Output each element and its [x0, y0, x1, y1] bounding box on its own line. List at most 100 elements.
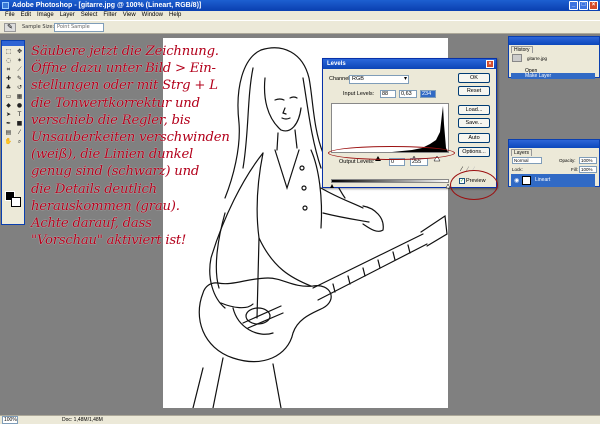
menu-select[interactable]: Select — [78, 11, 101, 20]
blend-mode-select[interactable]: Normal — [512, 157, 542, 164]
toolbox: ⬚ ✥ ◌ ✶ ⌗ ⟋ ✚ ✎ ♣ ↺ ▭ ▦ ◆ ● ➤ T ✒ ■ ▤ ⁄ … — [1, 40, 25, 225]
tutorial-line: Säubere jetzt die Zeichnung. — [31, 44, 219, 59]
history-panel: History gitarre.jpg Open Make Layer — [508, 36, 600, 79]
options-button[interactable]: Options... — [458, 147, 490, 157]
tutorial-line: stellungen oder mit Strg + L — [31, 78, 218, 94]
output-levels-label: Output Levels: — [339, 159, 375, 165]
channel-select[interactable]: RGB — [349, 75, 409, 84]
snapshot-thumbnail-icon — [512, 54, 522, 62]
reset-button[interactable]: Reset — [458, 86, 490, 96]
tutorial-line: genug sind (schwarz) und — [31, 164, 200, 180]
levels-dialog: Levels × Channel: RGB Input Levels: 88 0… — [322, 58, 497, 189]
type-tool-icon[interactable]: T — [14, 110, 25, 119]
tab-history[interactable]: History — [511, 46, 533, 53]
tutorial-line: Öffne dazu unter Bild > Ein- — [31, 61, 216, 77]
menu-help[interactable]: Help — [166, 11, 184, 20]
zoom-tool-icon[interactable]: ⌕ — [14, 137, 25, 146]
history-snapshot[interactable]: gitarre.jpg — [527, 56, 547, 61]
hand-tool-icon[interactable]: ✋ — [3, 137, 14, 146]
tutorial-line: die Tonwertkorrektur und — [31, 95, 200, 111]
menu-filter[interactable]: Filter — [100, 11, 119, 20]
fill-field[interactable]: 100% — [579, 166, 597, 173]
eyedropper-icon[interactable]: ⁄ — [14, 128, 25, 137]
save-button[interactable]: Save... — [458, 118, 490, 128]
tab-layers[interactable]: Layers — [511, 149, 533, 156]
load-button[interactable]: Load... — [458, 105, 490, 115]
status-bar: 100% Doc: 1,48M/1,48M — [0, 415, 600, 424]
layers-panel-header[interactable] — [509, 140, 599, 148]
sample-size-label: Sample Size: — [22, 24, 55, 30]
channel-label: Channel: — [329, 76, 352, 82]
output-black-slider-icon — [330, 184, 334, 188]
fill-label: Fill: — [571, 167, 578, 172]
sample-size-select[interactable]: Point Sample — [54, 23, 104, 32]
opacity-field[interactable]: 100% — [579, 157, 597, 164]
tutorial-line: verschieb die Regler, bis — [31, 112, 191, 128]
lasso-tool-icon[interactable]: ◌ — [3, 56, 14, 65]
layer-name: Lineart — [535, 177, 551, 183]
input-gamma-field[interactable]: 0,63 — [399, 90, 417, 98]
stamp-tool-icon[interactable]: ♣ — [3, 83, 14, 92]
layer-thumbnail-icon — [522, 176, 531, 185]
shape-tool-icon[interactable]: ■ — [14, 119, 25, 128]
window-title: Adobe Photoshop - [gitarre.jpg @ 100% (L… — [12, 2, 202, 9]
levels-title: Levels — [327, 61, 346, 67]
input-white-field[interactable]: 234 — [420, 90, 436, 98]
history-panel-header[interactable] — [509, 37, 599, 45]
photoshop-app-icon — [2, 2, 9, 9]
tutorial-text: Säubere jetzt die Zeichnung. Öffne dazu … — [31, 43, 331, 249]
menu-image[interactable]: Image — [34, 11, 57, 20]
menu-layer[interactable]: Layer — [57, 11, 78, 20]
gradient-tool-icon[interactable]: ▦ — [14, 92, 25, 101]
preview-highlight-oval — [450, 170, 498, 200]
magic-wand-tool-icon[interactable]: ✶ — [14, 56, 25, 65]
levels-titlebar[interactable]: Levels × — [323, 59, 496, 69]
tutorial-line: Unsauberkeiten verschwinden — [31, 130, 230, 146]
dodge-tool-icon[interactable]: ● — [14, 101, 25, 110]
pen-tool-icon[interactable]: ✒ — [3, 119, 14, 128]
menu-window[interactable]: Window — [139, 11, 166, 20]
history-brush-tool-icon[interactable]: ↺ — [14, 83, 25, 92]
eraser-tool-icon[interactable]: ▭ — [3, 92, 14, 101]
history-item-make-layer[interactable]: Make Layer — [511, 73, 595, 79]
histogram-graph — [332, 106, 448, 152]
maximize-button[interactable]: □ — [579, 1, 588, 10]
eyedropper-tool-icon[interactable]: ✎ — [4, 23, 16, 32]
auto-button[interactable]: Auto — [458, 133, 490, 143]
lock-label: Lock: — [512, 167, 523, 172]
levels-close-button[interactable]: × — [486, 60, 494, 68]
tutorial-line: herauskommen (grau). — [31, 198, 180, 214]
zoom-field[interactable]: 100% — [2, 416, 18, 424]
menu-edit[interactable]: Edit — [18, 11, 34, 20]
menu-view[interactable]: View — [120, 11, 139, 20]
healing-tool-icon[interactable]: ✚ — [3, 74, 14, 83]
tutorial-line: "Vorschau" aktiviert ist! — [31, 233, 187, 249]
tutorial-line: (weiß), die Linien dunkel — [31, 147, 194, 163]
output-sliders[interactable] — [329, 183, 453, 189]
crop-tool-icon[interactable]: ⌗ — [3, 65, 14, 74]
ok-button[interactable]: OK — [458, 73, 490, 83]
doc-size-info: Doc: 1,48M/1,48M — [62, 417, 103, 423]
slider-highlight-oval — [328, 146, 455, 160]
close-button[interactable]: × — [589, 1, 598, 10]
window-titlebar: Adobe Photoshop - [gitarre.jpg @ 100% (L… — [0, 0, 600, 11]
input-black-field[interactable]: 88 — [380, 90, 396, 98]
menu-bar: File Edit Image Layer Select Filter View… — [0, 11, 600, 20]
minimize-button[interactable]: _ — [569, 1, 578, 10]
notes-tool-icon[interactable]: ▤ — [3, 128, 14, 137]
brush-tool-icon[interactable]: ✎ — [14, 74, 25, 83]
opacity-label: Opacity: — [559, 158, 576, 163]
tutorial-line: die Details deutlich — [31, 181, 157, 197]
menu-file[interactable]: File — [2, 11, 18, 20]
slice-tool-icon[interactable]: ⟋ — [14, 65, 25, 74]
path-select-tool-icon[interactable]: ➤ — [3, 110, 14, 119]
marquee-tool-icon[interactable]: ⬚ — [3, 47, 14, 56]
options-bar: ✎ Sample Size: Point Sample — [0, 20, 600, 34]
layers-panel: Layers Normal Opacity: 100% Lock: Fill: … — [508, 139, 600, 187]
input-levels-label: Input Levels: — [343, 91, 375, 97]
layer-visibility-eye-icon[interactable]: ◉ — [514, 177, 519, 184]
background-color-swatch[interactable] — [11, 197, 21, 207]
move-tool-icon[interactable]: ✥ — [14, 47, 25, 56]
blur-tool-icon[interactable]: ◆ — [3, 101, 14, 110]
tutorial-line: Achte darauf, dass — [31, 216, 152, 232]
